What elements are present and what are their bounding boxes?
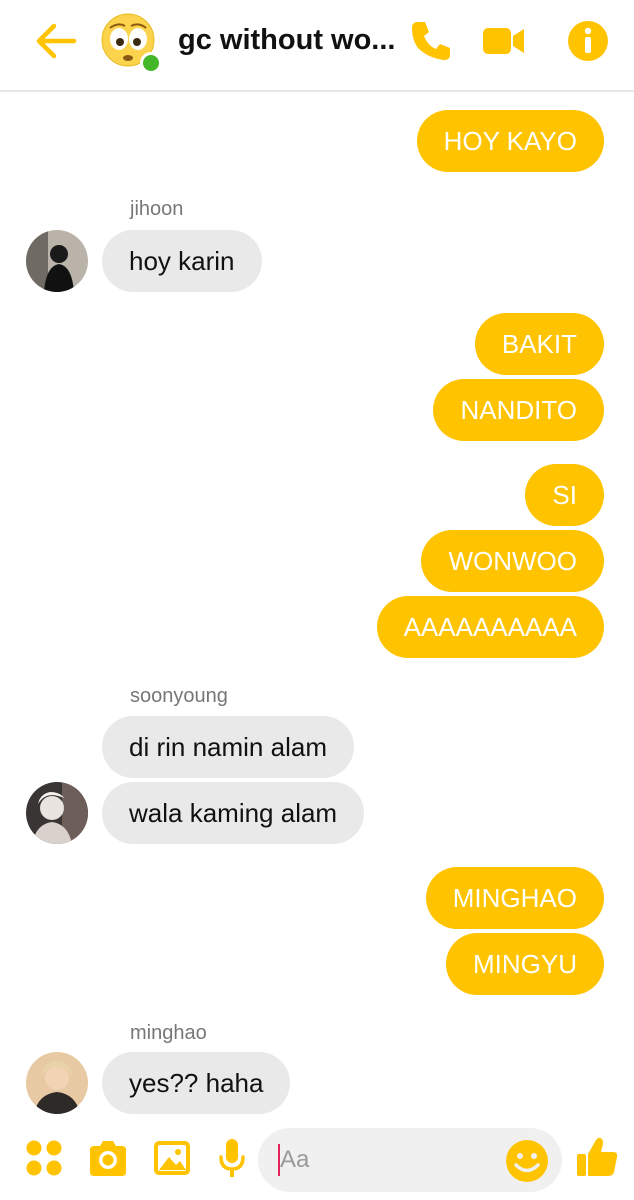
microphone-icon[interactable] (210, 1136, 254, 1180)
gallery-icon[interactable] (150, 1136, 194, 1180)
thumbs-up-icon[interactable] (574, 1134, 620, 1180)
outgoing-message[interactable]: WONWOO (421, 530, 604, 592)
message-input[interactable]: Aa (258, 1128, 562, 1192)
back-arrow-icon[interactable] (34, 22, 78, 60)
info-icon[interactable] (565, 18, 611, 64)
outgoing-message[interactable]: SI (525, 464, 604, 526)
input-placeholder: Aa (280, 1146, 310, 1173)
outgoing-message[interactable]: AAAAAAAAAA (376, 596, 604, 658)
avatar[interactable] (26, 1052, 88, 1114)
avatar[interactable] (26, 230, 88, 292)
outgoing-message[interactable]: NANDITO (433, 379, 604, 441)
message-composer: Aa (0, 1122, 634, 1200)
incoming-message[interactable]: wala kaming alam (102, 782, 365, 844)
video-camera-icon[interactable] (480, 18, 526, 64)
conversation-title[interactable]: gc without wo... (178, 24, 395, 57)
online-status-dot (140, 52, 162, 74)
emoji-icon[interactable] (504, 1138, 550, 1184)
chat-header: gc without wo... (0, 0, 634, 92)
sender-name: soonyoung (130, 685, 228, 707)
sender-name: jihoon (130, 198, 184, 220)
incoming-message[interactable]: yes?? haha (102, 1052, 291, 1114)
more-apps-icon[interactable] (22, 1136, 66, 1180)
outgoing-message[interactable]: HOY KAYO (416, 110, 604, 172)
avatar[interactable] (26, 782, 88, 844)
outgoing-message[interactable]: MINGHAO (425, 867, 604, 929)
outgoing-message[interactable]: BAKIT (474, 313, 604, 375)
sender-name: minghao (130, 1022, 207, 1044)
phone-icon[interactable] (408, 18, 454, 64)
incoming-message[interactable]: hoy karin (102, 230, 262, 292)
camera-icon[interactable] (86, 1136, 130, 1180)
outgoing-message[interactable]: MINGYU (446, 933, 604, 995)
incoming-message[interactable]: di rin namin alam (102, 716, 354, 778)
